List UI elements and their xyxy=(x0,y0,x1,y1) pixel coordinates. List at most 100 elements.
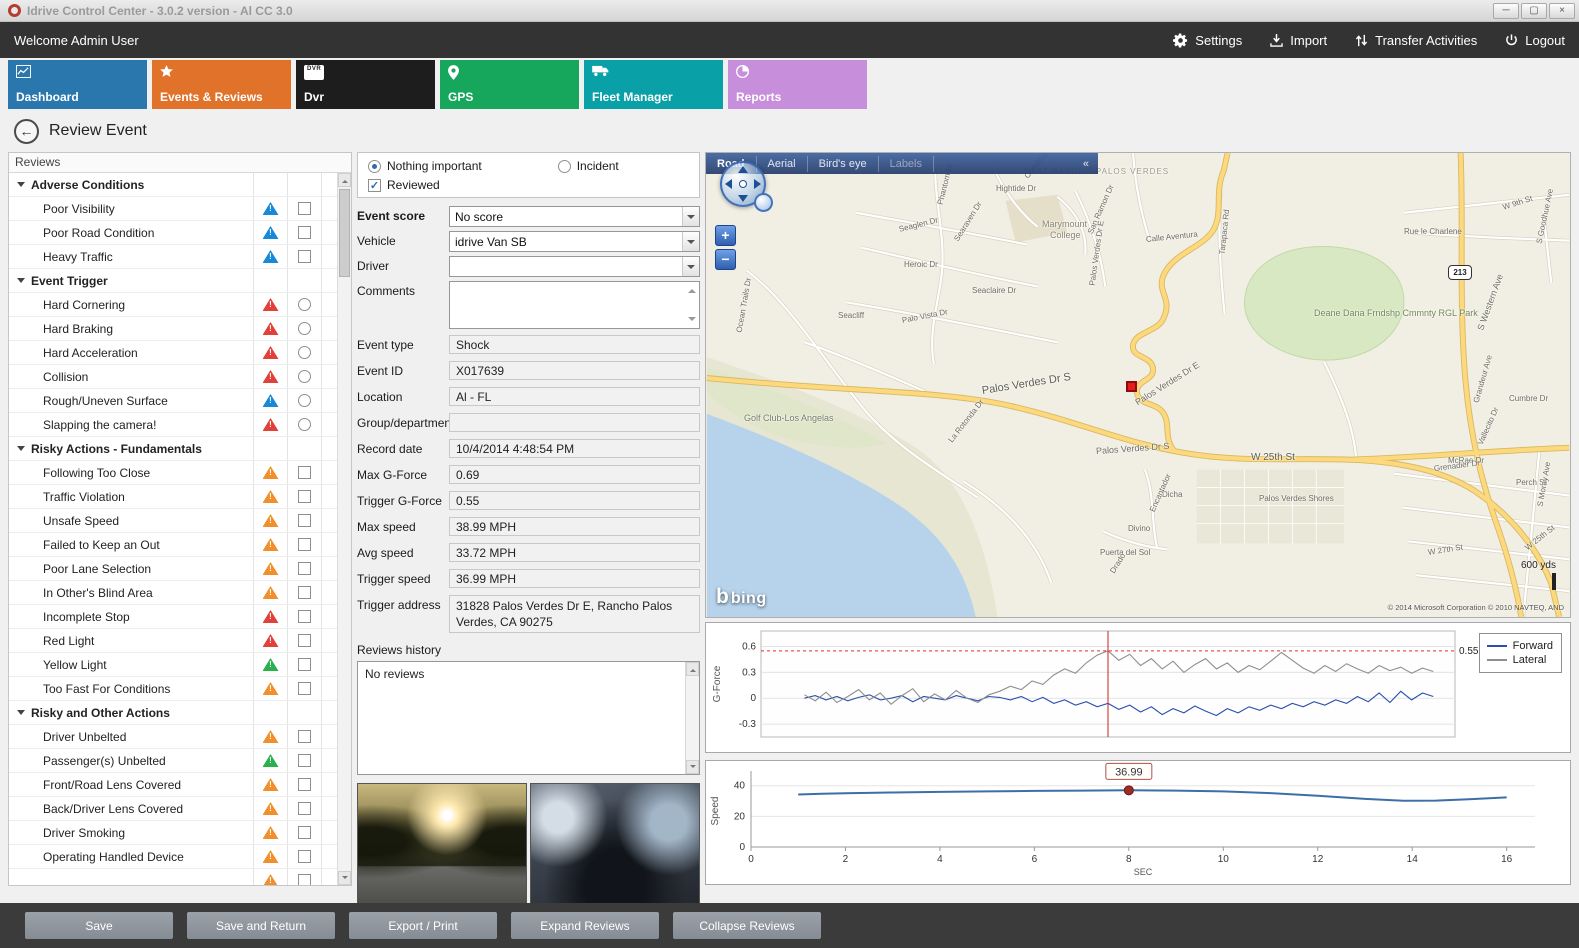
pan-north-icon[interactable] xyxy=(738,166,748,173)
map-label-s-western-ave: S Western Ave xyxy=(1475,273,1505,332)
tab-dashboard[interactable]: Dashboard xyxy=(8,60,147,109)
transfer-icon xyxy=(1355,34,1368,47)
checkbox-control[interactable]: ✓ xyxy=(368,179,381,192)
minimize-button[interactable]: ─ xyxy=(1493,3,1519,19)
dropdown-button[interactable] xyxy=(682,257,699,276)
zoom-out-button[interactable]: − xyxy=(715,249,736,270)
collapse-arrow-icon[interactable] xyxy=(17,278,25,287)
checkbox-control[interactable] xyxy=(298,802,311,815)
combo-vehicle[interactable]: idrive Van SB xyxy=(449,231,700,252)
radio-control[interactable] xyxy=(298,418,311,431)
option-nothing-important[interactable]: Nothing important xyxy=(368,159,482,173)
collapse-arrow-icon[interactable] xyxy=(17,710,25,719)
collapse-reviews-button[interactable]: Collapse Reviews xyxy=(673,912,821,939)
maximize-button[interactable]: ▢ xyxy=(1521,3,1547,19)
checkbox-control[interactable] xyxy=(298,538,311,551)
checkbox-control[interactable] xyxy=(298,874,311,885)
collapse-arrow-icon[interactable] xyxy=(17,182,25,191)
checkbox-control[interactable] xyxy=(298,466,311,479)
checkbox-control[interactable] xyxy=(298,610,311,623)
checkbox-control[interactable] xyxy=(298,730,311,743)
radio-control[interactable] xyxy=(298,370,311,383)
radio-control[interactable] xyxy=(298,322,311,335)
map-panel[interactable]: EAST RANCHO PALOS VERDESMarymountCollege… xyxy=(705,152,1571,618)
close-button[interactable]: × xyxy=(1549,3,1575,19)
review-item-label: Red Light xyxy=(9,629,253,652)
event-location-marker[interactable] xyxy=(1126,381,1137,392)
nav-import[interactable]: Import xyxy=(1270,33,1327,48)
listbox-scrollbar[interactable] xyxy=(685,662,699,774)
map-view-aerial[interactable]: Aerial xyxy=(757,156,808,172)
save-button[interactable]: Save xyxy=(25,912,173,939)
tab-reports[interactable]: Reports xyxy=(728,60,867,109)
group-label[interactable]: Risky and Other Actions xyxy=(9,701,253,724)
checkbox-control[interactable] xyxy=(298,250,311,263)
svg-text:20: 20 xyxy=(734,811,746,822)
comments-textarea[interactable] xyxy=(449,281,700,329)
checkbox-control[interactable] xyxy=(298,826,311,839)
road-camera-thumbnail[interactable] xyxy=(357,783,527,905)
field-value-trigger-address: 31828 Palos Verdes Dr E, Rancho Palos Ve… xyxy=(449,595,700,633)
radio-control[interactable] xyxy=(298,346,311,359)
checkbox-control[interactable] xyxy=(298,202,311,215)
dropdown-button[interactable] xyxy=(682,232,699,251)
scrollbar-thumb[interactable] xyxy=(339,189,350,277)
checkbox-control[interactable] xyxy=(298,778,311,791)
nav-transfer-activities[interactable]: Transfer Activities xyxy=(1355,33,1477,48)
collapse-toolbar-button[interactable]: « xyxy=(1074,158,1098,170)
scroll-down-icon[interactable] xyxy=(686,760,699,774)
checkbox-control[interactable] xyxy=(298,562,311,575)
pan-south-icon[interactable] xyxy=(738,195,748,202)
checkbox-control[interactable] xyxy=(298,226,311,239)
zoom-in-button[interactable]: + xyxy=(715,225,736,246)
group-label[interactable]: Risky Actions - Fundamentals xyxy=(9,437,253,460)
checkbox-control[interactable] xyxy=(298,514,311,527)
group-label[interactable]: Event Trigger xyxy=(9,269,253,292)
option-reviewed[interactable]: ✓Reviewed xyxy=(368,178,440,192)
radio-control[interactable] xyxy=(298,394,311,407)
pan-west-icon[interactable] xyxy=(725,179,732,189)
control-cell xyxy=(287,485,321,508)
cabin-camera-thumbnail[interactable] xyxy=(530,783,700,905)
scroll-down-icon[interactable] xyxy=(688,317,696,325)
nav-settings[interactable]: Settings xyxy=(1173,33,1242,48)
severity-cell: ! xyxy=(253,581,287,604)
pan-east-icon[interactable] xyxy=(754,179,761,189)
combo-driver[interactable] xyxy=(449,256,700,277)
expand-reviews-button[interactable]: Expand Reviews xyxy=(511,912,659,939)
control-cell xyxy=(287,701,321,724)
scroll-up-icon[interactable] xyxy=(338,173,351,187)
export-print-button[interactable]: Export / Print xyxy=(349,912,497,939)
tab-fleet-manager[interactable]: Fleet Manager xyxy=(584,60,723,109)
reviews-history-listbox[interactable]: No reviews xyxy=(357,661,700,775)
scroll-up-icon[interactable] xyxy=(688,285,696,293)
radio-control[interactable] xyxy=(558,160,571,173)
radio-control[interactable] xyxy=(368,160,381,173)
nav-logout[interactable]: Logout xyxy=(1505,33,1565,48)
checkbox-control[interactable] xyxy=(298,634,311,647)
reviews-scrollbar[interactable] xyxy=(337,173,351,885)
collapse-arrow-icon[interactable] xyxy=(17,446,25,455)
map-view-bird-s-eye[interactable]: Bird's eye xyxy=(808,156,879,172)
radio-control[interactable] xyxy=(298,298,311,311)
checkbox-control[interactable] xyxy=(298,682,311,695)
checkbox-control[interactable] xyxy=(298,754,311,767)
rotate-view-control[interactable] xyxy=(754,193,773,212)
option-incident[interactable]: Incident xyxy=(558,159,619,173)
checkbox-control[interactable] xyxy=(298,490,311,503)
scroll-down-icon[interactable] xyxy=(338,871,351,885)
combo-event-score[interactable]: No score xyxy=(449,206,700,227)
tab-dvr[interactable]: DVRDvr xyxy=(296,60,435,109)
tab-events-reviews[interactable]: Events & Reviews xyxy=(152,60,291,109)
tab-gps[interactable]: GPS xyxy=(440,60,579,109)
checkbox-control[interactable] xyxy=(298,658,311,671)
checkbox-control[interactable] xyxy=(298,850,311,863)
dropdown-button[interactable] xyxy=(682,207,699,226)
compass-center-icon[interactable] xyxy=(739,180,747,188)
map-view-labels[interactable]: Labels xyxy=(879,156,934,172)
scroll-up-icon[interactable] xyxy=(686,662,699,676)
back-button[interactable]: ← xyxy=(14,119,39,144)
checkbox-control[interactable] xyxy=(298,586,311,599)
save-and-return-button[interactable]: Save and Return xyxy=(187,912,335,939)
group-label[interactable]: Adverse Conditions xyxy=(9,173,253,196)
